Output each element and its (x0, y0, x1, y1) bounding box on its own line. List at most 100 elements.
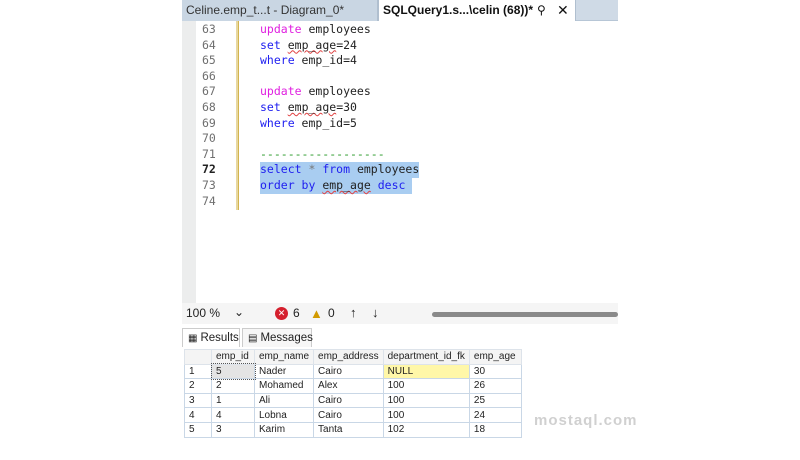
column-header[interactable]: emp_id (211, 349, 255, 365)
results-grid[interactable]: emp_id emp_name emp_address department_id_f… (184, 349, 522, 438)
row-number[interactable]: 2 (184, 378, 212, 394)
code-line[interactable]: 68 set emp_age=30 (182, 100, 618, 116)
pin-icon[interactable]: ⚲ (537, 0, 546, 21)
line-number: 74 (202, 193, 216, 208)
code-token: set (260, 37, 281, 52)
corner-cell[interactable] (184, 349, 212, 365)
column-header[interactable]: emp_address (313, 349, 384, 365)
code-token: =24 (336, 37, 357, 52)
grid-cell[interactable]: 2 (211, 378, 255, 394)
code-text: ------------------ (260, 147, 385, 163)
column-header[interactable]: emp_name (253, 349, 315, 365)
zoom-select[interactable]: 100 % (186, 306, 220, 320)
grid-cell[interactable]: Alex (313, 378, 384, 394)
grid-cell[interactable]: Cairo (313, 363, 384, 380)
grid-cell[interactable]: Tanta (313, 421, 384, 438)
tab-sqlquery[interactable]: SQLQuery1.s...\celin (68))* ⚲ ✕ (378, 0, 576, 22)
grid-cell[interactable]: 3 (211, 421, 255, 438)
code-line[interactable]: 74 (182, 194, 618, 210)
messages-icon: ▤ (248, 332, 258, 344)
grid-cell[interactable]: 100 (382, 407, 470, 423)
line-number: 68 (202, 100, 216, 114)
code-line[interactable]: 71 ------------------ (182, 147, 618, 163)
line-number: 73 (202, 178, 216, 192)
column-header[interactable]: department_id_fk (382, 349, 470, 365)
grid-cell[interactable]: 24 (468, 407, 522, 423)
table-row[interactable]: 4 4 Lobna Cairo 100 24 (184, 407, 522, 423)
line-number: 65 (202, 53, 216, 68)
tab-diagram[interactable]: Celine.emp_t...t - Diagram_0* (182, 0, 378, 21)
tab-messages[interactable]: ▤ Messages (242, 328, 313, 347)
code-line[interactable]: 70 (182, 131, 618, 147)
code-line[interactable]: 63 update employees (182, 22, 618, 38)
grid-cell[interactable]: 26 (468, 378, 522, 394)
row-number[interactable]: 4 (184, 407, 212, 423)
column-header[interactable]: emp_age (468, 349, 522, 365)
grid-cell[interactable]: Mohamed (253, 378, 315, 394)
watermark: mostaql.com (534, 412, 638, 429)
code-editor[interactable]: 63 update employees 64 set emp_age=24 65 wher… (182, 21, 618, 303)
grid-icon: ▦ (188, 332, 198, 344)
code-token: emp_id=4 (294, 53, 357, 68)
grid-cell[interactable]: Cairo (313, 392, 384, 409)
grid-cell[interactable]: Cairo (313, 407, 384, 423)
results-tabs: ▦ Results ▤ Messages (182, 328, 618, 347)
code-token: order by (260, 178, 316, 192)
warning-icon[interactable]: ▲ (310, 306, 323, 321)
grid-cell[interactable]: 100 (382, 392, 470, 409)
grid-cell[interactable]: Ali (253, 392, 315, 409)
line-number: 67 (202, 84, 216, 99)
code-token: =30 (336, 100, 357, 114)
code-line[interactable]: 67 update employees (182, 84, 618, 100)
table-row[interactable]: 5 3 Karim Tanta 102 18 (184, 421, 522, 438)
grid-cell[interactable]: NULL (382, 363, 470, 380)
grid-cell[interactable]: 25 (468, 392, 522, 409)
code-token: employees (301, 84, 371, 99)
row-number[interactable]: 1 (184, 363, 212, 380)
code-token: emp_age (287, 37, 337, 52)
grid-cell[interactable]: Karim (253, 421, 315, 438)
arrow-up-icon[interactable]: ↑ (350, 305, 357, 320)
ssms-window: Celine.emp_t...t - Diagram_0* SQLQuery1.… (182, 0, 637, 460)
document-tabs: Celine.emp_t...t - Diagram_0* SQLQuery1.… (182, 0, 618, 22)
tab-results-label: Results (200, 331, 239, 344)
code-token: employees (350, 162, 420, 177)
code-line[interactable]: 66 (182, 69, 618, 85)
grid-cell[interactable]: 30 (468, 363, 522, 380)
code-token: set (260, 100, 281, 114)
grid-cell[interactable]: Lobna (253, 407, 315, 423)
grid-cell[interactable]: 100 (382, 378, 470, 394)
code-line[interactable]: 64 set emp_age=24 (182, 38, 618, 54)
row-number[interactable]: 5 (184, 421, 212, 438)
code-line[interactable]: 72 select * from employees (182, 162, 618, 178)
horizontal-scrollbar[interactable] (432, 312, 618, 317)
table-row[interactable]: 2 2 Mohamed Alex 100 26 (184, 378, 522, 394)
code-line[interactable]: 69 where emp_id=5 (182, 116, 618, 132)
code-token: where (260, 53, 295, 68)
line-number: 72 (202, 162, 216, 177)
table-row[interactable]: 3 1 Ali Cairo 100 25 (184, 392, 522, 409)
status-toolbar: 100 % ⌄ ✕ 6 ▲ 0 ↑ ↓ (182, 303, 618, 324)
grid-cell[interactable]: 4 (211, 407, 255, 423)
arrow-down-icon[interactable]: ↓ (372, 305, 379, 320)
table-row[interactable]: 1 5 Nader Cairo NULL 30 (184, 363, 522, 380)
tab-results[interactable]: ▦ Results (182, 328, 240, 347)
code-text: update employees (260, 84, 371, 100)
chevron-down-icon[interactable]: ⌄ (234, 305, 244, 319)
error-icon[interactable]: ✕ (275, 307, 288, 320)
grid-cell[interactable]: Nader (253, 363, 315, 380)
code-token: select (260, 162, 302, 177)
code-text: where emp_id=5 (260, 116, 357, 132)
code-line[interactable]: 73 order by emp_age desc (182, 178, 618, 194)
row-number[interactable]: 3 (184, 392, 212, 409)
line-number: 71 (202, 146, 216, 161)
grid-cell[interactable]: 1 (211, 392, 255, 409)
code-line[interactable]: 65 where emp_id=4 (182, 53, 618, 69)
code-token: update (260, 84, 302, 99)
grid-cell[interactable]: 5 (210, 363, 256, 380)
grid-cell[interactable]: 18 (468, 421, 522, 438)
line-number: 69 (202, 115, 216, 130)
close-icon[interactable]: ✕ (557, 0, 569, 21)
grid-cell[interactable]: 102 (382, 421, 470, 438)
